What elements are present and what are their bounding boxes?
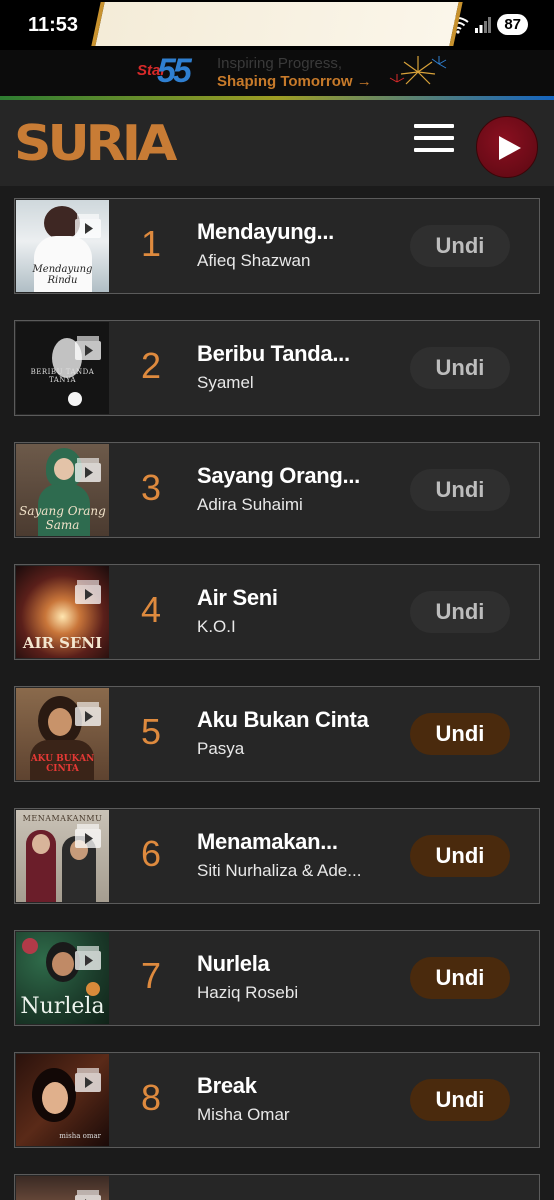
rank-number: 2 [141,345,162,386]
song-title[interactable]: Aku Bukan Cinta [197,707,369,733]
chart-row: BERIBU TANDA TANYA 2 Beribu Tanda... Sya… [14,320,540,416]
cover-text: BERIBU TANDA TANYA [30,368,95,384]
vote-button[interactable]: Undi [410,469,510,511]
video-icon [75,336,101,360]
cover-art[interactable]: AKU BUKAN CINTA [16,688,109,780]
video-icon [75,702,101,726]
chart-row: Sayang Orang Sama 3 Sayang Orang... Adir… [14,442,540,538]
status-time: 11:53 [28,14,79,36]
rank-number: 1 [141,223,162,264]
vote-button[interactable]: Undi [410,347,510,389]
chart-row: misha omar 8 Break Misha Omar Undi [14,1052,540,1148]
song-artist: Pasya [197,739,245,758]
battery-badge: 87 [497,14,528,35]
song-title[interactable]: Air Seni [197,585,278,611]
cover-text: Mendayung Rindu [32,264,93,286]
rank-number: 3 [141,467,162,508]
cover-text: MENAMAKANMU [22,814,103,823]
rank-number: 6 [141,833,162,874]
vote-button[interactable]: Undi [410,713,510,755]
chart-row: Nurlela 7 Nurlela Haziq Rosebi Undi [14,930,540,1026]
chart-row: AIR SENI 4 Air Seni K.O.I Undi [14,564,540,660]
cover-art[interactable]: Nurlela [16,932,109,1024]
video-icon [75,946,101,970]
cover-text: AIR SENI [22,634,103,652]
chart-row: Mendayung Rindu 1 Mendayung... Afieq Sha… [14,198,540,294]
hamburger-menu-icon[interactable] [414,124,454,154]
song-artist: Syamel [197,373,254,392]
rank-number: 8 [141,1077,162,1118]
cover-art[interactable]: Mendayung Rindu [16,200,109,292]
video-icon [75,580,101,604]
fireworks-icon [389,56,447,85]
rank-number: 4 [141,589,162,630]
chart-row-partial [14,1174,540,1200]
rank-number: 7 [141,955,162,996]
cover-art[interactable]: AIR SENI [16,566,109,658]
video-icon [75,458,101,482]
song-artist: Misha Omar [197,1105,290,1124]
video-icon [75,1068,101,1092]
radio-play-button[interactable] [476,116,538,178]
banner-line1: Inspiring Progress, [217,55,343,72]
song-artist: Afieq Shazwan [197,251,311,270]
song-artist: Siti Nurhaliza & Ade... [197,861,362,880]
cover-art[interactable]: BERIBU TANDA TANYA [16,322,109,414]
banner-card[interactable] [91,2,463,46]
video-icon [75,824,101,848]
video-icon [75,1190,101,1200]
song-artist: Haziq Rosebi [197,983,299,1002]
vote-button[interactable]: Undi [410,835,510,877]
cover-text: misha omar [59,1132,101,1140]
rank-number: 5 [141,711,162,752]
song-artist: Adira Suhaimi [197,495,303,514]
play-icon [499,136,521,160]
signal-icon [475,16,492,33]
song-artist: K.O.I [197,617,236,636]
chart-row: AKU BUKAN CINTA 5 Aku Bukan Cinta Pasya … [14,686,540,782]
vote-button[interactable]: Undi [410,225,510,267]
song-title[interactable]: Menamakan... [197,829,338,855]
vote-button[interactable]: Undi [410,957,510,999]
cover-text: Sayang Orang Sama [19,504,106,532]
chart-row: MENAMAKANMU 6 Menamakan... Siti Nurhaliz… [14,808,540,904]
cover-art[interactable]: MENAMAKANMU [16,810,109,902]
vote-button[interactable]: Undi [410,1079,510,1121]
cover-art[interactable]: Sayang Orang Sama [16,444,109,536]
vote-button[interactable]: Undi [410,591,510,633]
song-title[interactable]: Beribu Tanda... [197,341,350,367]
song-title[interactable]: Mendayung... [197,219,334,245]
banner-line2: Shaping Tomorrow → [217,73,372,90]
suria-logo[interactable]: SURIA [14,116,177,173]
cover-text: AKU BUKAN CINTA [30,754,95,774]
banner-brand-number: 55 [157,52,192,90]
song-title[interactable]: Nurlela [197,951,270,977]
song-title[interactable]: Sayang Orang... [197,463,360,489]
cover-text: Nurlela [20,994,105,1019]
cover-art[interactable] [16,1176,109,1200]
song-title[interactable]: Break [197,1073,257,1099]
cover-art[interactable]: misha omar [16,1054,109,1146]
video-icon [75,214,101,238]
